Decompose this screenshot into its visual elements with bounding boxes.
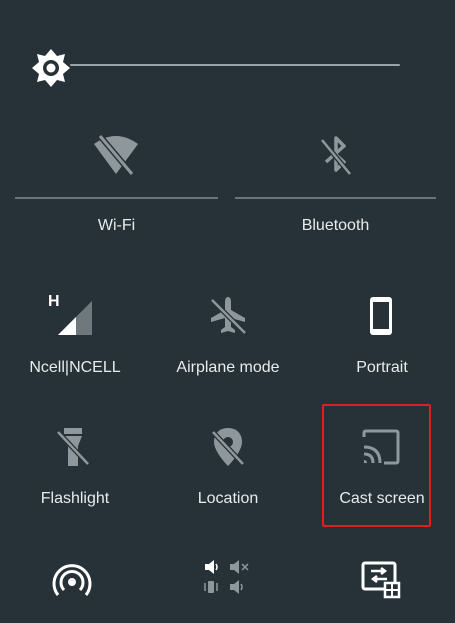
tile-cellular[interactable]: H Ncell|NCELL (15, 285, 135, 385)
tile-bluetooth[interactable]: Bluetooth (235, 130, 436, 245)
bluetooth-divider (235, 197, 436, 199)
tile-flashlight[interactable]: Flashlight (15, 420, 135, 520)
tile-flashlight-label: Flashlight (40, 490, 110, 507)
bluetooth-off-icon (320, 136, 352, 176)
wifi-off-icon (94, 134, 138, 176)
tile-cellular-label: Ncell|NCELL (29, 359, 121, 376)
location-off-icon (211, 428, 245, 466)
brightness-icon[interactable] (31, 48, 71, 88)
hotspot-icon[interactable] (50, 558, 94, 602)
tile-airplane-label: Airplane mode (176, 359, 280, 376)
sound-mode-icon[interactable] (199, 555, 253, 599)
tile-wifi[interactable]: Wi-Fi (15, 130, 218, 245)
cast-highlight-box (322, 404, 431, 527)
flashlight-off-icon (56, 428, 90, 466)
airplane-off-icon (210, 297, 247, 335)
brightness-track[interactable] (70, 64, 400, 66)
brightness-slider[interactable] (20, 40, 410, 90)
tile-airplane[interactable]: Airplane mode (168, 285, 288, 385)
tile-rotation-label: Portrait (356, 359, 408, 376)
wifi-divider (15, 197, 218, 199)
screen-mirroring-icon[interactable] (359, 557, 403, 601)
network-type-badge: H (48, 293, 60, 310)
tile-location-label: Location (197, 490, 259, 507)
tile-rotation[interactable]: Portrait (322, 285, 442, 385)
portrait-icon (370, 297, 392, 335)
tile-location[interactable]: Location (168, 420, 288, 520)
tile-wifi-label: Wi-Fi (97, 217, 136, 234)
tile-bluetooth-label: Bluetooth (301, 217, 370, 234)
